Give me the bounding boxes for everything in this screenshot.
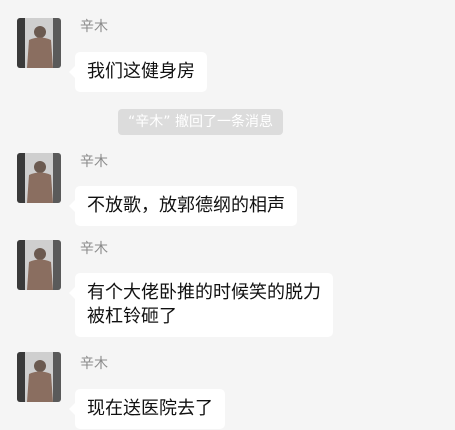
message-bubble[interactable]: 有个大佬卧推的时候笑的脱力 被杠铃砸了 [69, 273, 333, 337]
message-text: 现在送医院去了 [87, 398, 213, 419]
message-text: 不放歌，放郭德纲的相声 [87, 195, 285, 216]
avatar[interactable] [17, 352, 61, 402]
message-text-line: 有个大佬卧推的时候笑的脱力 [87, 282, 321, 303]
person-icon [17, 352, 61, 402]
recall-notice: “辛木” 撤回了一条消息 [118, 109, 283, 135]
avatar[interactable] [17, 240, 61, 290]
message-text: 我们这健身房 [87, 61, 195, 82]
sender-name: 辛木 [80, 356, 108, 372]
message-bubble[interactable]: 不放歌，放郭德纲的相声 [69, 186, 297, 226]
message-bubble[interactable]: 现在送医院去了 [69, 389, 225, 429]
person-icon [17, 240, 61, 290]
message-bubble[interactable]: 我们这健身房 [69, 52, 207, 92]
avatar[interactable] [17, 18, 61, 68]
sender-name: 辛木 [80, 241, 108, 257]
sender-name: 辛木 [80, 154, 108, 170]
avatar[interactable] [17, 153, 61, 203]
message-text-line: 被杠铃砸了 [87, 306, 177, 327]
person-icon [17, 18, 61, 68]
person-icon [17, 153, 61, 203]
sender-name: 辛木 [80, 19, 108, 35]
